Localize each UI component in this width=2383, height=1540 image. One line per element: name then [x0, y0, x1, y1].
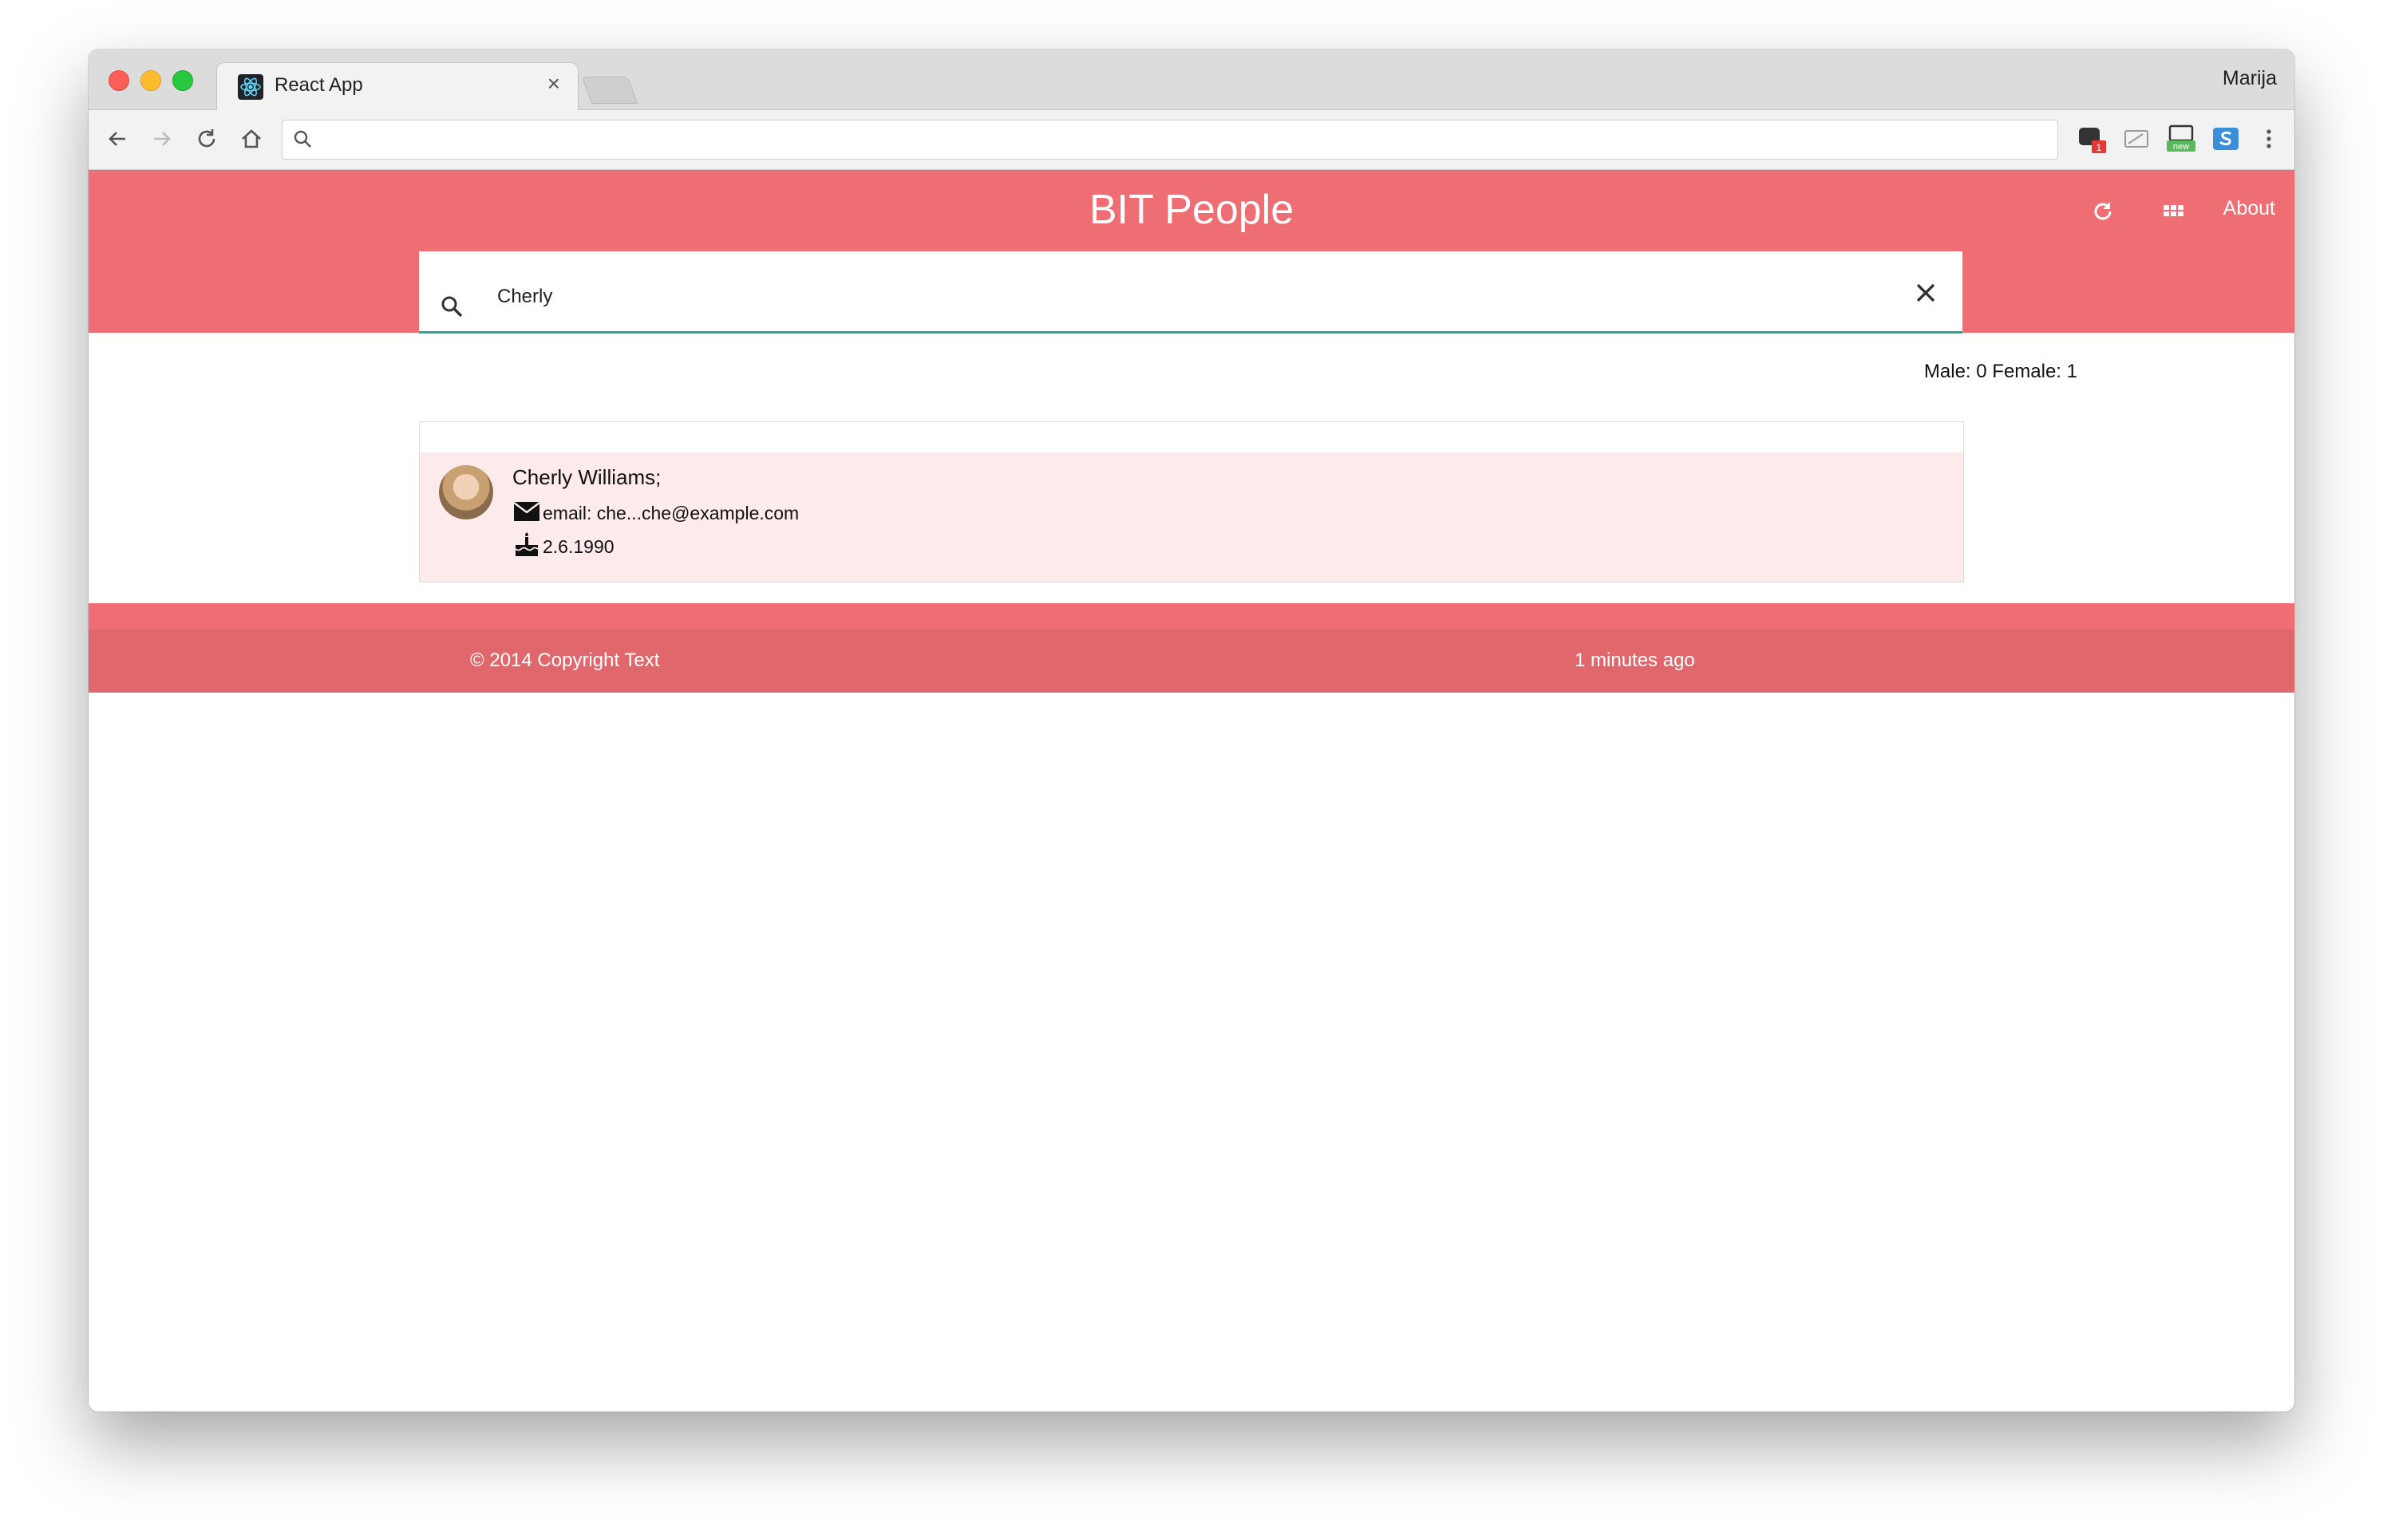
close-icon[interactable]: [1910, 277, 1942, 309]
maximize-window-button[interactable]: [172, 70, 193, 91]
svg-text:new: new: [2173, 142, 2189, 152]
grid-view-icon[interactable]: [2159, 197, 2187, 226]
browser-toolbar: 1 new: [89, 110, 2294, 170]
email-line: email: che...che@example.com: [512, 499, 799, 524]
browser-window: React App × Marija 1 new BIT People Abou…: [89, 49, 2294, 1412]
birthday-text: 2.6.1990: [543, 536, 615, 557]
refresh-icon[interactable]: [2089, 197, 2117, 226]
search-box: [419, 251, 1962, 334]
about-link[interactable]: About: [2223, 197, 2275, 220]
tab-close-icon[interactable]: ×: [547, 71, 560, 97]
forward-arrow-icon[interactable]: [146, 123, 178, 155]
browser-tab-active[interactable]: React App ×: [216, 62, 579, 111]
envelope-icon: [513, 502, 540, 521]
back-arrow-icon[interactable]: [101, 123, 133, 155]
tab-bar: React App × Marija: [89, 49, 2294, 111]
birthday-line: 2.6.1990: [512, 532, 615, 558]
reload-icon[interactable]: [191, 123, 223, 155]
new-tab-button[interactable]: [581, 77, 638, 104]
person-name: Cherly Williams;: [512, 465, 662, 489]
search-icon: [438, 293, 467, 322]
extension-badge-icon[interactable]: 1: [2076, 123, 2108, 155]
cast-icon[interactable]: [2120, 123, 2152, 155]
tab-title: React App: [275, 74, 363, 96]
s-extension-icon[interactable]: [2210, 123, 2242, 155]
address-bar[interactable]: [282, 120, 2058, 160]
avatar: [439, 465, 493, 519]
search-icon: [294, 130, 311, 148]
search-row: [89, 251, 2294, 334]
kebab-menu-icon[interactable]: [2253, 123, 2285, 155]
svg-text:1: 1: [2096, 142, 2102, 153]
email-text: email: che...che@example.com: [543, 503, 800, 523]
close-window-button[interactable]: [109, 70, 129, 91]
react-logo-icon: [238, 74, 263, 100]
birthday-cake-icon: [515, 532, 539, 556]
footer: © 2014 Copyright Text 1 minutes ago: [89, 629, 2294, 693]
minimize-window-button[interactable]: [140, 70, 161, 91]
new-extension-icon[interactable]: new: [2165, 123, 2197, 155]
app-header: BIT People About: [89, 170, 2294, 251]
gender-stats: Male: 0 Female: 1: [1923, 361, 2077, 382]
last-updated-text: 1 minutes ago: [1575, 650, 1695, 671]
footer-top-band: [89, 603, 2294, 629]
home-icon[interactable]: [235, 123, 267, 155]
results-list: Cherly Williams; email: che...che@exampl…: [419, 421, 1964, 582]
copyright-text: © 2014 Copyright Text: [470, 650, 660, 671]
app-title: BIT People: [1089, 187, 1294, 233]
list-item[interactable]: Cherly Williams; email: che...che@exampl…: [420, 452, 1963, 582]
profile-name[interactable]: Marija: [2223, 67, 2277, 90]
search-input[interactable]: [496, 280, 1855, 314]
